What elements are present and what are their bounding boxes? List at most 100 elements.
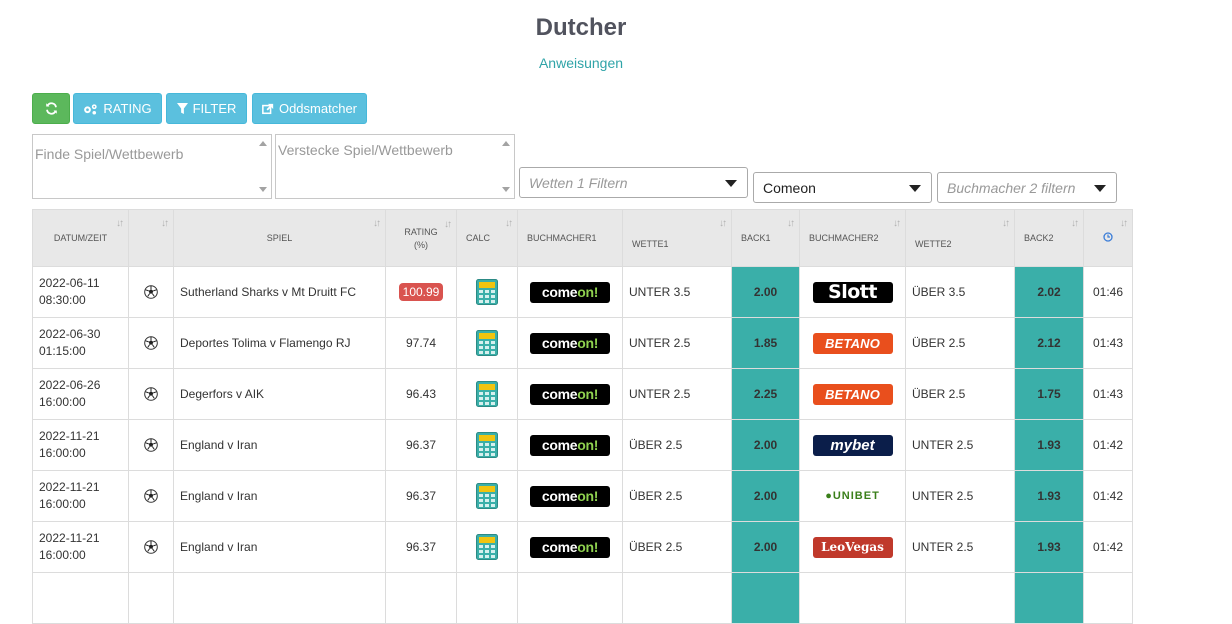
back1-cell[interactable]: 2.00 [731, 521, 800, 573]
sort-icon: ↓↑ [444, 219, 452, 230]
calc-cell[interactable] [456, 266, 518, 318]
sort-icon: ↓↑ [1120, 218, 1128, 229]
find-match-placeholder: Finde Spiel/Wettbewerb [35, 146, 184, 162]
bookmaker1-value: Comeon [763, 179, 816, 196]
bet1-cell: UNTER 3.5 [622, 266, 732, 318]
calc-cell[interactable] [456, 317, 518, 369]
col-buchmacher1[interactable]: BUCHMACHER1 [517, 209, 623, 267]
col-age[interactable]: ↓↑ [1083, 209, 1133, 267]
bookmaker1-cell[interactable]: come on! [517, 470, 623, 522]
calc-cell[interactable] [456, 521, 518, 573]
back1-cell[interactable]: 1.85 [731, 317, 800, 369]
bookmaker2-cell[interactable]: Slott [799, 266, 906, 318]
table-row[interactable]: 2022-06-26 16:00:00 Degerfors v AIK 96.43 co… [32, 368, 1133, 420]
bet1-cell: UNTER 2.5 [622, 317, 732, 369]
sort-icon: ↓↑ [505, 218, 513, 229]
hide-match-scrollbar[interactable] [498, 135, 514, 198]
back2-cell[interactable]: 2.02 [1014, 266, 1084, 318]
table-row[interactable]: 2022-06-11 08:30:00 Sutherland Sharks v Mt… [32, 266, 1133, 318]
find-match-scrollbar[interactable] [255, 135, 271, 198]
oddsmatcher-button[interactable]: Oddsmatcher [252, 93, 367, 124]
sport-cell [128, 368, 174, 420]
comeon-logo: come on! [530, 332, 610, 354]
back2-cell[interactable]: 1.93 [1014, 470, 1084, 522]
age-cell: 01:42 [1083, 470, 1133, 522]
bookmaker1-select[interactable]: Comeon [753, 172, 932, 203]
back2-cell[interactable]: 2.12 [1014, 317, 1084, 369]
col-rating[interactable]: RATING (%) ↓↑ [385, 209, 457, 267]
back2-cell[interactable]: 1.93 [1014, 419, 1084, 471]
rating-button[interactable]: RATING [73, 93, 162, 124]
sort-icon: ↓↑ [1002, 218, 1010, 229]
table-row[interactable] [32, 572, 1133, 624]
table-row[interactable]: 2022-11-21 16:00:00 England v Iran 96.37 com… [32, 419, 1133, 471]
bookmaker2-cell[interactable]: BETANO [799, 317, 906, 369]
bookmaker1-cell[interactable]: come on! [517, 419, 623, 471]
sort-icon: ↓↑ [1071, 218, 1079, 229]
table-row[interactable]: 2022-06-30 01:15:00 Deportes Tolima v Flam… [32, 317, 1133, 369]
calc-cell[interactable] [456, 368, 518, 420]
instructions-link[interactable]: Anweisungen [0, 55, 1162, 71]
soccer-ball-icon [144, 438, 158, 452]
comeon-logo: come on! [530, 485, 610, 507]
calculator-icon[interactable] [476, 381, 498, 407]
col-wette2[interactable]: WETTE2 ↓↑ [905, 209, 1015, 267]
table-header-row: DATUM/ZEIT ↓↑ ↓↑ SPIEL ↓↑ RATING (%) ↓↑ CALC… [32, 209, 1133, 267]
col-sport[interactable]: ↓↑ [128, 209, 174, 267]
empty-cell [456, 572, 518, 624]
calculator-icon[interactable] [476, 330, 498, 356]
col-buchmacher2[interactable]: BUCHMACHER2 ↓↑ [799, 209, 906, 267]
page-title: Dutcher [535, 14, 627, 41]
sort-icon: ↓↑ [161, 218, 169, 229]
bet1-cell: ÜBER 2.5 [622, 419, 732, 471]
bookmaker2-cell[interactable]: mybet [799, 419, 906, 471]
sort-icon: ↓↑ [116, 218, 124, 229]
back1-cell[interactable]: 2.25 [731, 368, 800, 420]
table-row[interactable]: 2022-11-21 16:00:00 England v Iran 96.37 com… [32, 521, 1133, 573]
back2-cell[interactable]: 1.75 [1014, 368, 1084, 420]
col-wette1[interactable]: WETTE1 ↓↑ [622, 209, 732, 267]
empty-cell [385, 572, 457, 624]
bet1-cell: ÜBER 2.5 [622, 521, 732, 573]
sort-icon: ↓↑ [373, 218, 381, 229]
calculator-icon[interactable] [476, 534, 498, 560]
bookmaker1-cell[interactable]: come on! [517, 368, 623, 420]
col-back2[interactable]: BACK2 ↓↑ [1014, 209, 1084, 267]
bookmaker2-filter-placeholder: Buchmacher 2 filtern [947, 179, 1076, 196]
empty-cell [731, 572, 800, 624]
bookmaker1-cell[interactable]: come on! [517, 521, 623, 573]
bookmaker2-cell[interactable]: BETANO [799, 368, 906, 420]
filter-button[interactable]: FILTER [166, 93, 247, 124]
calculator-icon[interactable] [476, 432, 498, 458]
calc-cell[interactable] [456, 470, 518, 522]
col-datum[interactable]: DATUM/ZEIT ↓↑ [32, 209, 129, 267]
bookmaker2-cell[interactable]: LeoVegas [799, 521, 906, 573]
bookmaker2-filter-select[interactable]: Buchmacher 2 filtern [937, 172, 1117, 203]
match-cell: Sutherland Sharks v Mt Druitt FC [173, 266, 386, 318]
table-row[interactable]: 2022-11-21 16:00:00 England v Iran 96.37 com… [32, 470, 1133, 522]
bookmaker2-cell[interactable]: ●UNIBET [799, 470, 906, 522]
bookmaker1-cell[interactable]: come on! [517, 266, 623, 318]
back1-cell[interactable]: 2.00 [731, 266, 800, 318]
slott-logo: Slott [812, 281, 893, 303]
hide-match-input[interactable]: Verstecke Spiel/Wettbewerb [275, 134, 515, 199]
rating-badge: 100.99 [398, 283, 444, 301]
refresh-button[interactable] [32, 93, 70, 124]
filter-button-label: FILTER [192, 101, 237, 116]
bookmaker1-cell[interactable]: come on! [517, 317, 623, 369]
back1-cell[interactable]: 2.00 [731, 470, 800, 522]
col-back1[interactable]: BACK1 ↓↑ [731, 209, 800, 267]
soccer-ball-icon [144, 540, 158, 554]
calculator-icon[interactable] [476, 483, 498, 509]
col-calc[interactable]: CALC ↓↑ [456, 209, 518, 267]
find-match-input[interactable]: Finde Spiel/Wettbewerb [32, 134, 272, 199]
bets1-filter-select[interactable]: Wetten 1 Filtern [519, 167, 748, 198]
age-cell: 01:46 [1083, 266, 1133, 318]
calc-cell[interactable] [456, 419, 518, 471]
col-spiel[interactable]: SPIEL ↓↑ [173, 209, 386, 267]
empty-cell [517, 572, 623, 624]
back1-cell[interactable]: 2.00 [731, 419, 800, 471]
back2-cell[interactable]: 1.93 [1014, 521, 1084, 573]
calculator-icon[interactable] [476, 279, 498, 305]
date-cell: 2022-11-21 16:00:00 [32, 419, 129, 471]
